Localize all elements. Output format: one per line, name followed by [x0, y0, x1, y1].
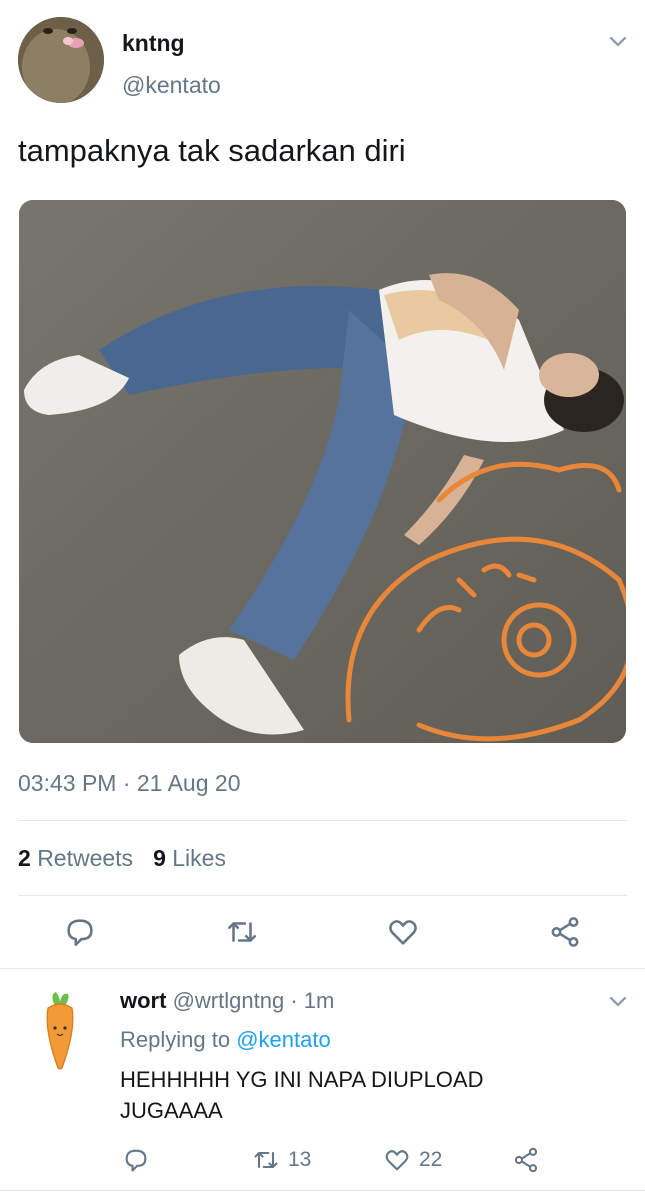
reply-time[interactable]: 1m — [304, 988, 335, 1013]
like-icon[interactable] — [383, 1146, 411, 1174]
divider — [18, 895, 627, 896]
reply-handle[interactable]: @wrtlgntng — [173, 988, 285, 1013]
tweet-text: tampaknya tak sadarkan diri — [18, 133, 406, 168]
reply-icon[interactable] — [122, 1146, 150, 1174]
divider — [0, 968, 645, 969]
reply-display-name[interactable]: wort — [120, 988, 166, 1013]
chevron-down-icon[interactable] — [607, 30, 629, 52]
reply-share-button[interactable] — [512, 1146, 540, 1174]
retweet-icon[interactable] — [252, 1146, 280, 1174]
reply-separator: · — [290, 988, 298, 1013]
chevron-down-icon[interactable] — [607, 990, 629, 1012]
avatar-image — [18, 17, 104, 103]
replying-to-handle[interactable]: @kentato — [236, 1027, 331, 1052]
share-icon[interactable] — [548, 915, 582, 949]
author-handle[interactable]: @kentato — [122, 72, 221, 99]
reply-reply-button[interactable] — [122, 1146, 150, 1174]
tweet-stats: 2 Retweets 9 Likes — [18, 845, 226, 872]
author-display-name[interactable]: kntng — [122, 30, 185, 57]
reply-icon[interactable] — [63, 915, 97, 949]
divider — [18, 820, 627, 821]
reply-retweet-count: 13 — [288, 1148, 312, 1171]
reply-header: wort @wrtlgntng · 1m — [120, 988, 334, 1014]
likes-label[interactable]: Likes — [172, 845, 226, 871]
divider — [0, 1190, 645, 1191]
likes-count: 9 — [153, 845, 166, 871]
reply-like-count: 22 — [419, 1148, 443, 1171]
reply-text: HEHHHHH YG INI NAPA DIUPLOAD JUGAAAA — [120, 1067, 484, 1123]
reply-like-button[interactable]: 22 — [383, 1146, 442, 1174]
tweet-photo[interactable] — [19, 200, 626, 743]
retweets-label[interactable]: Retweets — [37, 845, 133, 871]
replying-to: Replying to @kentato — [120, 1027, 331, 1053]
retweet-icon[interactable] — [225, 915, 259, 949]
reply-retweet-button[interactable]: 13 — [252, 1146, 311, 1174]
tweet-timestamp[interactable]: 03:43 PM · 21 Aug 20 — [18, 770, 241, 797]
share-icon[interactable] — [512, 1146, 540, 1174]
carrot-avatar-icon[interactable] — [40, 990, 80, 1072]
like-icon[interactable] — [386, 915, 420, 949]
retweets-count: 2 — [18, 845, 31, 871]
photo-image — [19, 200, 626, 743]
avatar[interactable] — [18, 17, 104, 103]
replying-to-label: Replying to — [120, 1027, 231, 1052]
